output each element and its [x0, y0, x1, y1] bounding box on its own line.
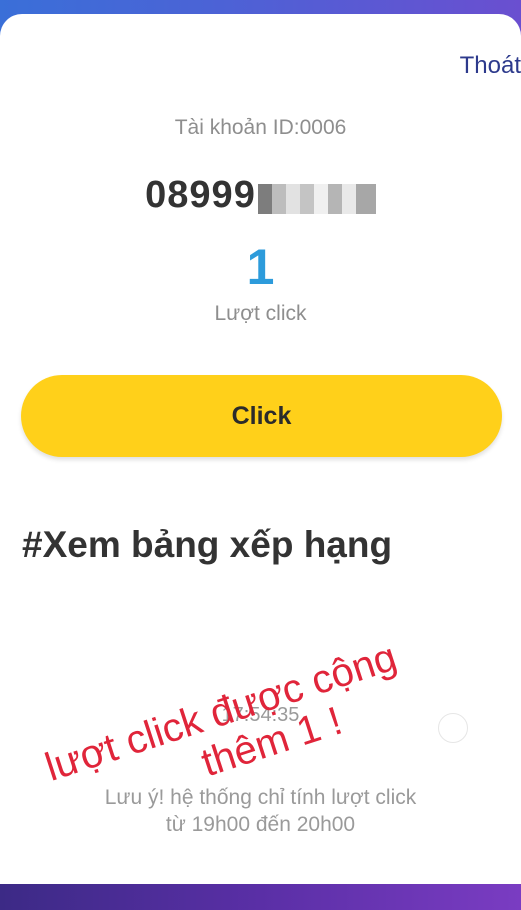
time-notice-line1: Lưu ý! hệ thống chỉ tính lượt click [104, 786, 417, 809]
view-ranking-link[interactable]: #Xem bảng xếp hạng [22, 524, 392, 566]
time-notice: Lưu ý! hệ thống chỉ tính lượt click từ 1… [0, 784, 521, 838]
phone-number-text: 08999 [145, 174, 256, 216]
bottom-gradient-band [0, 884, 521, 910]
main-card: Thoát Tài khoản ID:0006 08999 1 Lượt cli… [0, 14, 521, 886]
time-notice-line2: từ 19h00 đến 20h00 [165, 813, 356, 836]
circle-icon[interactable] [438, 713, 468, 743]
click-count-value: 1 [246, 239, 275, 295]
logout-link[interactable]: Thoát [460, 52, 521, 80]
phone-blur-mask [257, 183, 376, 214]
click-button[interactable]: Click [21, 375, 502, 457]
phone-number: 08999 [0, 174, 521, 218]
account-id-label: Tài khoản ID:0006 [174, 116, 347, 139]
click-count-label: Lượt click [214, 302, 307, 325]
